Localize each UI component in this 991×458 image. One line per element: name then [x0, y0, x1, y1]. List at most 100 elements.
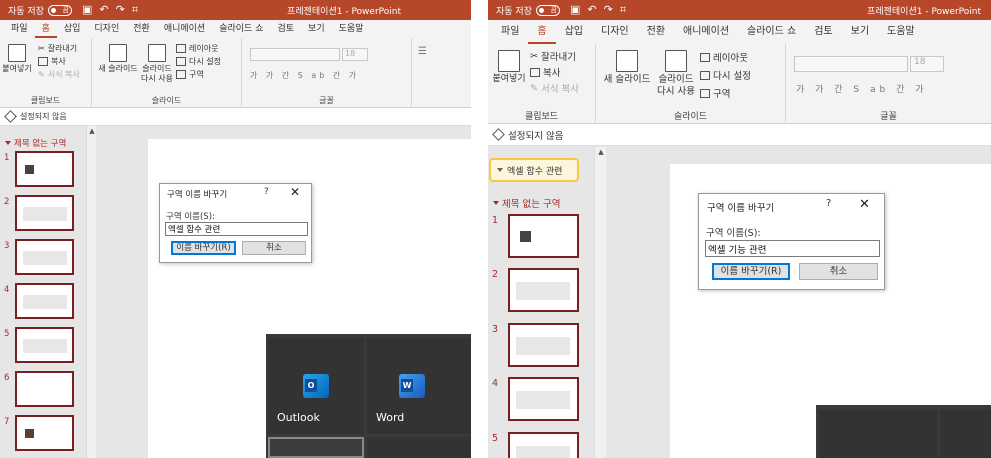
- app-tile[interactable]: [940, 410, 991, 458]
- font-format-buttons[interactable]: 가 가 간 S ab 간 가: [250, 70, 359, 81]
- format-painter-button[interactable]: ✎ 서식 복사: [38, 68, 80, 81]
- scroll-up-icon[interactable]: ▲: [87, 126, 97, 136]
- cancel-button[interactable]: 취소: [799, 263, 878, 280]
- section-button[interactable]: 구역: [700, 84, 751, 102]
- section-button[interactable]: 구역: [176, 68, 221, 81]
- save-icon[interactable]: ▣: [82, 3, 92, 17]
- app-tiles: [816, 405, 991, 458]
- font-name-box[interactable]: [250, 48, 340, 61]
- section-name-input[interactable]: [705, 240, 880, 257]
- tab-file[interactable]: 파일: [492, 20, 528, 44]
- reuse-slides-button[interactable]: 슬라이드 다시 사용: [140, 44, 174, 84]
- redo-icon[interactable]: ↷: [116, 3, 125, 17]
- sensitivity-label[interactable]: 설정되지 않음: [20, 111, 67, 122]
- slide-canvas: O Outlook W Word: [97, 126, 471, 458]
- tab-transitions[interactable]: 전환: [126, 20, 157, 38]
- close-icon[interactable]: ✕: [859, 197, 870, 212]
- autosave-toggle[interactable]: 끔: [47, 4, 72, 16]
- paste-button[interactable]: 붙여넣기: [490, 50, 528, 84]
- copy-button[interactable]: 복사: [530, 64, 579, 80]
- tab-animations[interactable]: 애니메이션: [674, 20, 738, 44]
- cancel-button[interactable]: 취소: [242, 241, 306, 255]
- autosave-toggle[interactable]: 끔: [535, 4, 560, 16]
- slide-thumbnail[interactable]: [15, 195, 74, 231]
- cut-button[interactable]: ✂ 잘라내기: [530, 48, 579, 64]
- tab-review[interactable]: 검토: [805, 20, 841, 44]
- help-icon[interactable]: ?: [826, 198, 831, 209]
- font-format-buttons[interactable]: 가 가 간 S ab 간 가: [796, 82, 928, 95]
- clipboard-small-buttons: ✂ 잘라내기 복사 ✎ 서식 복사: [38, 42, 80, 81]
- section-header[interactable]: 제목 없는 구역: [5, 137, 66, 149]
- word-tile[interactable]: W Word: [367, 338, 471, 434]
- app-tile[interactable]: [819, 410, 937, 458]
- close-icon[interactable]: ✕: [290, 185, 300, 199]
- cut-button[interactable]: ✂ 잘라내기: [38, 42, 80, 55]
- new-slide-button[interactable]: 새 슬라이드: [600, 50, 654, 86]
- tab-design[interactable]: 디자인: [87, 20, 126, 38]
- slide-thumbnail[interactable]: [15, 327, 74, 363]
- font-size-box[interactable]: 18: [342, 48, 368, 61]
- tab-review[interactable]: 검토: [270, 20, 301, 38]
- presentation-icon[interactable]: ⌗: [132, 3, 138, 17]
- tab-slideshow[interactable]: 슬라이드 쇼: [212, 20, 270, 38]
- undo-icon[interactable]: ↶: [587, 3, 596, 17]
- slide-thumbnail[interactable]: [15, 283, 74, 319]
- help-icon[interactable]: ?: [264, 187, 269, 197]
- reset-button[interactable]: 다시 설정: [176, 55, 221, 68]
- powerpoint-window-left: 자동 저장 끔 ▣ ↶ ↷ ⌗ 프레젠테이션1 - PowerPoint 파일 …: [0, 0, 471, 458]
- tab-home[interactable]: 홈: [34, 20, 57, 38]
- font-size-box[interactable]: 18: [910, 56, 944, 72]
- layout-button[interactable]: 레이아웃: [176, 42, 221, 55]
- reset-button[interactable]: 다시 설정: [700, 66, 751, 84]
- tab-insert[interactable]: 삽입: [57, 20, 88, 38]
- format-painter-button[interactable]: ✎ 서식 복사: [530, 80, 579, 96]
- copy-button[interactable]: 복사: [38, 55, 80, 68]
- slide-thumbnail[interactable]: [508, 432, 579, 458]
- app-tile[interactable]: [268, 437, 364, 458]
- tab-help[interactable]: 도움말: [878, 20, 924, 44]
- thumbnail-scrollbar[interactable]: ▲: [86, 126, 96, 458]
- slide-number: 2: [492, 269, 499, 280]
- slide-thumbnail[interactable]: [15, 151, 74, 187]
- tab-design[interactable]: 디자인: [592, 20, 638, 44]
- tab-file[interactable]: 파일: [4, 20, 35, 38]
- slide-thumbnail[interactable]: [508, 377, 579, 421]
- paste-button[interactable]: 붙여넣기: [2, 44, 32, 74]
- renamed-section-header[interactable]: 엑셀 함수 관련: [489, 158, 579, 182]
- rename-button[interactable]: 이름 바꾸기(R): [712, 263, 790, 280]
- autosave[interactable]: 자동 저장 끔: [8, 4, 72, 17]
- tab-home[interactable]: 홈: [528, 20, 556, 44]
- tab-slideshow[interactable]: 슬라이드 쇼: [738, 20, 805, 44]
- section-name-input[interactable]: [165, 222, 308, 236]
- presentation-icon[interactable]: ⌗: [620, 3, 626, 17]
- sensitivity-label[interactable]: 설정되지 않음: [508, 128, 563, 142]
- slide-thumbnail[interactable]: [508, 268, 579, 312]
- slide-thumbnail[interactable]: [15, 415, 74, 451]
- title-bar: 자동 저장 끔 ▣ ↶ ↷ ⌗ 프레젠테이션1 - PowerPoint: [488, 0, 991, 20]
- layout-button[interactable]: 레이아웃: [700, 48, 751, 66]
- thumbnail-scrollbar[interactable]: ▲: [594, 147, 606, 458]
- new-slide-button[interactable]: 새 슬라이드: [96, 44, 140, 74]
- tab-view[interactable]: 보기: [842, 20, 878, 44]
- slide-thumbnail[interactable]: [15, 239, 74, 275]
- tab-transitions[interactable]: 전환: [638, 20, 674, 44]
- rename-button[interactable]: 이름 바꾸기(R): [171, 241, 236, 255]
- undo-icon[interactable]: ↶: [99, 3, 108, 17]
- tab-animations[interactable]: 애니메이션: [157, 20, 212, 38]
- slide-thumbnail[interactable]: [508, 214, 579, 258]
- slide-thumbnail[interactable]: [15, 371, 74, 407]
- autosave[interactable]: 자동 저장 끔: [496, 4, 560, 17]
- list-icon[interactable]: ☰: [418, 46, 427, 57]
- slide-thumbnail[interactable]: [508, 323, 579, 367]
- redo-icon[interactable]: ↷: [604, 3, 613, 17]
- font-name-box[interactable]: [794, 56, 908, 72]
- tab-view[interactable]: 보기: [301, 20, 332, 38]
- outlook-tile[interactable]: O Outlook: [268, 338, 364, 434]
- app-tile[interactable]: [367, 437, 471, 458]
- tab-help[interactable]: 도움말: [332, 20, 371, 38]
- slides-group-label: 슬라이드: [151, 96, 182, 105]
- save-icon[interactable]: ▣: [570, 3, 580, 17]
- reuse-slides-button[interactable]: 슬라이드 다시 사용: [654, 50, 698, 98]
- section-header[interactable]: 제목 없는 구역: [493, 196, 560, 210]
- tab-insert[interactable]: 삽입: [556, 20, 592, 44]
